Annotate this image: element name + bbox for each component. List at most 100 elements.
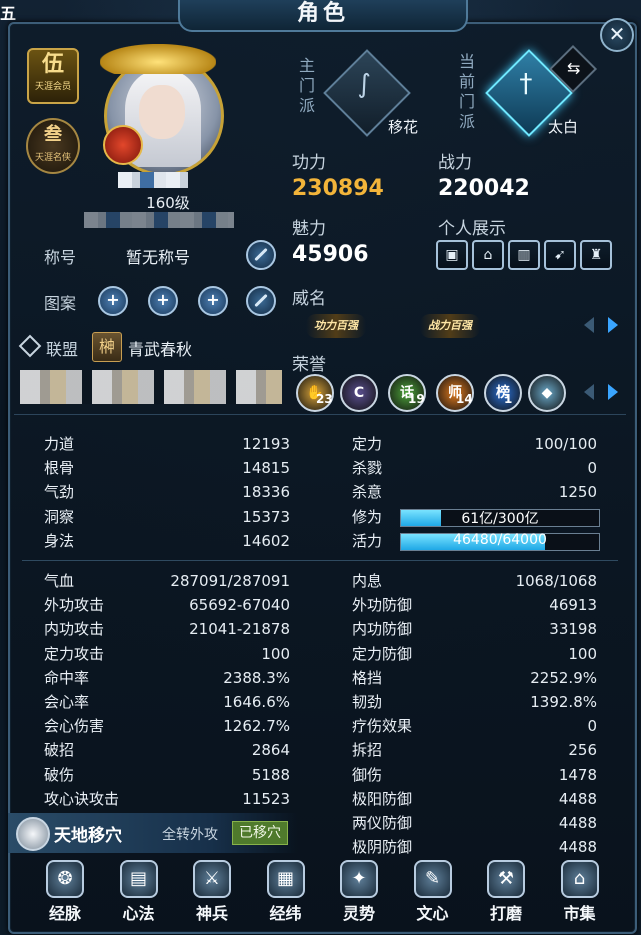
stat-label: 身法 [44,531,75,550]
yin-yang-icon [16,817,50,851]
stat-value: 21041-21878 [189,620,290,639]
vip-badge[interactable]: 伍 天涯会员 [27,48,79,104]
fame-tag-1[interactable]: 功力百强 [306,314,366,338]
nav-hammer[interactable]: ⚒ 打磨 [475,860,537,924]
fame-tag-2[interactable]: 战力百强 [420,314,480,338]
stat-label: 韧劲 [352,693,383,711]
stat-label: 力道 [44,435,75,453]
stat-value: 1068/1068 [515,572,597,590]
blurred-info-strip [20,370,282,404]
guild-id-blurred [84,212,234,228]
main-sect-name: 移花 [388,118,419,136]
stat-value: 4488 [558,789,597,808]
stat-value: 46913 [549,596,597,615]
nav-grid[interactable]: ▦ 经纬 [255,860,317,924]
rank-badge-main: 叁 [44,124,62,145]
stat-label: 破伤 [44,765,75,784]
hammer-icon: ⚒ [487,860,525,898]
meridian-icon: ❂ [46,860,84,898]
avatar-crown-decoration [100,44,216,74]
id-card-icon[interactable]: ▣ [436,240,468,270]
add-pattern-button-1[interactable]: + [98,286,128,316]
stat-value: 1262.7% [223,717,290,736]
pattern-label: 图案 [44,294,77,313]
stat-label: 气血 [44,572,75,590]
window-title-plate: 角色 [178,0,468,32]
stat-value: 1478 [558,765,597,784]
stat-label: 拆招 [352,741,383,760]
stat-label: 极阴防御 [352,838,413,857]
lion-pet-icon [103,125,143,165]
title-label: 称号 [44,248,77,267]
stat-label: 气劲 [44,483,75,502]
bottom-nav: ❂ 经脉 ▤ 心法 ⚔ 神兵 ▦ 经纬 ✦ 灵势 ✎ 文心 ⚒ 打磨 ⌂ 市集 [14,858,626,930]
rank-badge-sub: 天涯名侠 [34,153,71,163]
nav-brush[interactable]: ✎ 文心 [402,860,464,924]
c-medal-icon[interactable]: C [340,374,378,412]
progress-bar: 61亿/300亿 [400,509,600,527]
rank-badge[interactable]: 叁 天涯名侠 [26,118,80,174]
add-pattern-button-3[interactable]: + [198,286,228,316]
stat-label: 命中率 [44,668,90,687]
relocation-title: 天地移穴 [54,826,122,846]
fame-next-arrow-icon[interactable] [608,317,618,333]
edit-title-button[interactable] [246,240,276,270]
stat-value: 100 [568,644,597,663]
stat-label: 会心率 [44,693,90,711]
stat-label: 破招 [44,741,75,760]
stat-value: 1250 [558,483,597,502]
house-icon[interactable]: ⌂ [472,240,504,270]
stat-label: 攻心诀攻击 [44,789,120,808]
zhanli-label: 战力 [438,153,472,173]
avatar-face [139,85,185,139]
personal-display-label: 个人展示 [438,219,506,239]
nav-market[interactable]: ⌂ 市集 [549,860,611,924]
alliance-name[interactable]: 青武春秋 [128,336,192,360]
stat-value: 12193 [242,435,290,453]
stat-label: 杀戮 [352,459,383,478]
alliance-label: 联盟 [46,340,79,359]
window-title: 角色 [296,1,349,26]
stat-value: 100 [261,644,290,663]
mount-icon[interactable]: ➹ [544,240,576,270]
bar-label: 活力 [352,532,383,551]
edit-pattern-button[interactable] [246,286,276,316]
stat-value: 100/100 [534,435,597,453]
orb-icon[interactable]: ◆ [528,374,566,412]
nav-book[interactable]: ▤ 心法 [108,860,170,924]
current-sect-name: 太白 [548,118,579,136]
stat-value: 2252.9% [530,668,597,687]
statue-icon[interactable]: ♜ [580,240,612,270]
stat-label: 格挡 [352,668,383,687]
stat-label: 会心伤害 [44,717,105,736]
stat-value: 18336 [242,483,290,502]
stat-value: 14815 [242,459,290,478]
honor-next-arrow-icon[interactable] [608,384,618,400]
fame-prev-arrow-icon[interactable] [584,317,594,333]
vip-badge-main: 伍 [41,52,64,77]
acupoint-relocation-strip[interactable]: 天地移穴 全转外攻 已移穴 [8,813,298,853]
stat-label: 定力攻击 [44,644,105,663]
honor-prev-arrow-icon[interactable] [584,384,594,400]
gongli-label: 功力 [292,153,326,173]
swap-icon: ⇆ [567,58,581,78]
add-pattern-button-2[interactable]: + [148,286,178,316]
honor-count: 1 [504,392,513,406]
main-sect-label: 主门派 [298,56,315,115]
progress-bar-text: 61亿/300亿 [461,511,539,527]
stat-value: 5188 [251,765,290,784]
stat-value: 4488 [558,838,597,857]
stat-label: 定力 [352,435,383,453]
stat-label: 两仪防御 [352,814,413,832]
stat-label: 洞察 [44,507,75,526]
rank-icon[interactable]: 榜 [484,374,522,412]
stat-value: 33198 [549,620,597,639]
brush-icon: ✎ [413,860,452,898]
building-icon[interactable]: ▥ [508,240,540,270]
nav-weapon[interactable]: ⚔ 神兵 [181,860,243,924]
stat-value: 2388.3% [223,668,290,687]
nav-spirit[interactable]: ✦ 灵势 [328,860,390,924]
stat-value: 4488 [558,814,597,832]
vip-badge-sub: 天涯会员 [34,82,71,92]
nav-meridian[interactable]: ❂ 经脉 [34,860,96,924]
